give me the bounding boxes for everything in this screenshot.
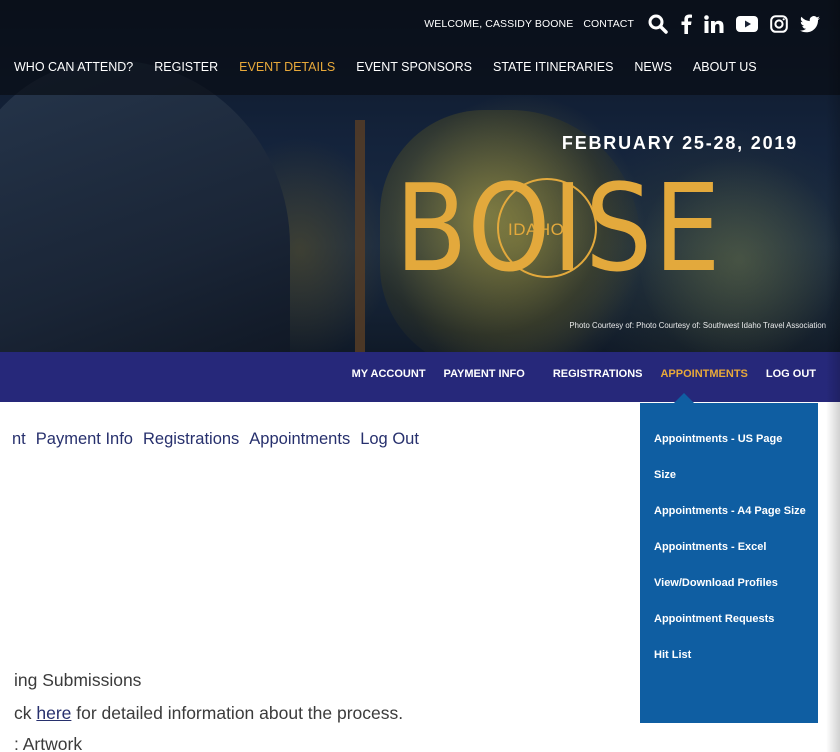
menu-appointment-requests[interactable]: Appointment Requests [654,601,806,637]
account-bar: MY ACCOUNT PAYMENT INFO REGISTRATIONS AP… [0,352,840,402]
hero-banner: WELCOME, CASSIDY BOONE CONTACT WHO CAN A… [0,0,840,352]
instructions-suffix: for detailed information about the proce… [71,703,404,723]
nav-event-sponsors[interactable]: EVENT SPONSORS [356,60,472,74]
main-navigation: WHO CAN ATTEND? REGISTER EVENT DETAILS E… [14,60,778,74]
account-navigation: MY ACCOUNT PAYMENT INFO REGISTRATIONS AP… [352,368,816,380]
here-link[interactable]: here [36,703,71,723]
account-appointments[interactable]: APPOINTMENTS [660,368,747,380]
menu-appointments-us[interactable]: Appointments - US Page Size [654,421,806,493]
account-log-out[interactable]: LOG OUT [766,368,816,380]
welcome-link[interactable]: WELCOME, CASSIDY BOONE [424,18,573,30]
sublink-payment-info[interactable]: Payment Info [36,430,133,449]
event-date: FEBRUARY 25-28, 2019 [561,133,798,153]
sublink-my-account[interactable]: nt [12,430,26,449]
utility-bar: WELCOME, CASSIDY BOONE CONTACT [424,14,820,34]
menu-view-download-profiles[interactable]: View/Download Profiles [654,565,806,601]
photo-credit: Photo Courtesy of: Photo Courtesy of: So… [569,321,826,330]
menu-hit-list[interactable]: Hit List [654,637,806,673]
search-icon[interactable] [648,14,668,34]
page: WELCOME, CASSIDY BOONE CONTACT WHO CAN A… [0,0,840,752]
appointments-dropdown: Appointments - US Page Size Appointments… [640,403,818,723]
contact-link[interactable]: CONTACT [583,18,634,30]
site-header: WELCOME, CASSIDY BOONE CONTACT WHO CAN A… [0,0,840,95]
nav-news[interactable]: NEWS [634,60,672,74]
instructions-prefix: ck [14,703,37,723]
content-instructions: ck here for detailed information about t… [14,703,403,724]
twitter-icon[interactable] [800,15,820,33]
account-my-account[interactable]: MY ACCOUNT [352,368,426,380]
youtube-icon[interactable] [736,16,758,32]
hero-tree-trunk [355,120,365,352]
menu-appointments-excel[interactable]: Appointments - Excel [654,529,806,565]
nav-state-itineraries[interactable]: STATE ITINERARIES [493,60,613,74]
sublink-registrations[interactable]: Registrations [143,430,239,449]
instagram-icon[interactable] [770,15,788,33]
nav-who-can-attend[interactable]: WHO CAN ATTEND? [14,60,133,74]
nav-about-us[interactable]: ABOUT US [693,60,757,74]
nav-event-details[interactable]: EVENT DETAILS [239,60,335,74]
sublink-appointments[interactable]: Appointments [249,430,350,449]
linkedin-icon[interactable] [704,15,724,33]
sublink-log-out[interactable]: Log Out [360,430,419,449]
hero-rock-formation [0,60,290,352]
content-heading-submissions: ing Submissions [14,670,142,690]
account-payment-info[interactable]: PAYMENT INFO [444,368,525,380]
social-icons [648,14,820,34]
menu-appointments-a4[interactable]: Appointments - A4 Page Size [654,493,806,529]
facebook-icon[interactable] [680,14,692,34]
nav-register[interactable]: REGISTER [154,60,218,74]
event-state-logo: IDAHO [508,220,565,239]
content-heading-artwork: : Artwork [14,734,83,752]
dropdown-caret [674,393,694,403]
account-sublinks: nt Payment Info Registrations Appointmen… [12,430,419,449]
account-registrations[interactable]: REGISTRATIONS [553,368,643,380]
